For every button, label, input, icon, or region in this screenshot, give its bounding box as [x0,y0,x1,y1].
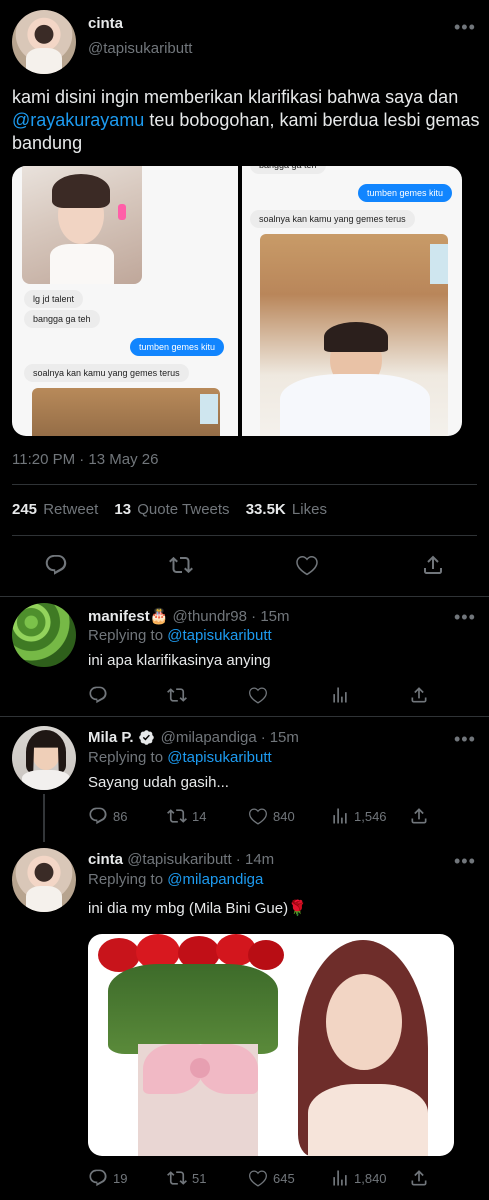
replying-to: Replying to @milapandiga [88,871,263,888]
handle[interactable]: @tapisukaributt [127,851,231,868]
display-name[interactable]: cinta [88,15,123,32]
chat-photo [22,166,142,284]
display-name[interactable]: manifest🎂 [88,608,168,625]
chat-bubble: tumben gemes kitu [130,338,225,356]
chat-bubble: bangga ga teh [24,310,100,328]
more-icon[interactable]: ••• [454,608,476,626]
reply-text: Sayang udah gasih... [88,774,229,791]
share-icon[interactable] [409,806,429,826]
like-icon[interactable] [248,806,268,826]
share-icon[interactable] [409,1168,429,1188]
more-icon[interactable]: ••• [454,730,476,748]
like-count: 645 [273,1171,295,1186]
replying-prefix: Replying to [88,627,164,644]
display-name[interactable]: cinta [88,851,123,868]
reply-time[interactable]: 14m [245,851,274,868]
like-icon[interactable] [295,553,319,577]
like-count: 840 [273,809,295,824]
tweet-text-part1: kami disini ingin memberikan klarifikasi… [12,87,459,107]
verified-icon [138,729,155,746]
replying-mention[interactable]: @tapisukaributt [167,749,271,766]
replying-to: Replying to @tapisukaributt [88,627,272,644]
display-name[interactable]: Mila P. [88,729,134,746]
replying-prefix: Replying to [88,749,164,766]
reply-count: 86 [113,809,128,824]
chat-photo [32,388,220,436]
reply-count: 19 [113,1171,128,1186]
reply-image[interactable] [88,934,454,1156]
retweet-count: 51 [192,1171,207,1186]
like-count[interactable]: 33.5K [246,501,286,518]
mention-link[interactable]: @rayakurayamu [12,110,144,130]
tweet-timestamp[interactable]: 11:20 PM · 13 May 26 [12,451,158,468]
views-icon[interactable] [330,685,350,705]
views-count: 1,840 [354,1171,387,1186]
retweet-label[interactable]: Retweet [43,501,98,518]
avatar[interactable] [12,848,76,912]
chat-bubble: bangga ga teh [250,166,326,174]
reply-icon[interactable] [88,806,108,826]
more-icon[interactable]: ••• [454,18,476,36]
thread-line [43,794,45,842]
media-left[interactable]: lg jd talent bangga ga teh tumben gemes … [12,166,238,436]
reply-header: manifest🎂 @thundr98 · 15m [88,608,290,625]
retweet-icon[interactable] [167,806,187,826]
views-icon[interactable] [330,1168,350,1188]
like-icon[interactable] [248,685,268,705]
handle[interactable]: @milapandiga [161,729,257,746]
reply-text: ini apa klarifikasinya anying [88,652,271,669]
replying-to: Replying to @tapisukaributt [88,749,272,766]
avatar[interactable] [12,10,76,74]
divider [0,596,489,597]
quote-count[interactable]: 13 [114,501,131,518]
tweet-stats: 245 Retweet 13 Quote Tweets 33.5K Likes [12,501,327,518]
avatar[interactable] [12,726,76,790]
share-icon[interactable] [409,685,429,705]
quote-label[interactable]: Quote Tweets [137,501,229,518]
reply-time[interactable]: 15m [270,729,299,746]
roses-image [88,934,288,1156]
retweet-icon[interactable] [167,1168,187,1188]
reply-header: Mila P. @milapandiga · 15m [88,729,299,746]
views-icon[interactable] [330,806,350,826]
retweet-count: 14 [192,809,207,824]
reply-header: cinta @tapisukaributt · 14m [88,851,275,868]
chat-bubble: soalnya kan kamu yang gemes terus [250,210,415,228]
person-image [268,934,454,1156]
chat-bubble: tumben gemes kitu [358,184,453,202]
retweet-icon[interactable] [169,553,193,577]
handle[interactable]: @thundr98 [173,608,247,625]
tweet-text: kami disini ingin memberikan klarifikasi… [12,86,480,155]
reply-icon[interactable] [44,553,68,577]
handle[interactable]: @tapisukaributt [88,40,192,57]
more-icon[interactable]: ••• [454,852,476,870]
divider [12,535,477,536]
divider [0,716,489,717]
reply-icon[interactable] [88,685,108,705]
media-right[interactable]: bangga ga teh tumben gemes kitu soalnya … [242,166,462,436]
like-label[interactable]: Likes [292,501,327,518]
avatar[interactable] [12,603,76,667]
retweet-icon[interactable] [167,685,187,705]
like-icon[interactable] [248,1168,268,1188]
replying-prefix: Replying to [88,871,164,888]
replying-mention[interactable]: @milapandiga [167,871,263,888]
retweet-count[interactable]: 245 [12,501,37,518]
reply-text: ini dia my mbg (Mila Bini Gue)🌹 [88,900,307,917]
reply-icon[interactable] [88,1168,108,1188]
views-count: 1,546 [354,809,387,824]
chat-bubble: soalnya kan kamu yang gemes terus [24,364,189,382]
divider [12,484,477,485]
reply-time[interactable]: 15m [260,608,289,625]
chat-bubble: lg jd talent [24,290,84,308]
replying-mention[interactable]: @tapisukaributt [167,627,271,644]
chat-photo [260,234,448,436]
share-icon[interactable] [421,553,445,577]
